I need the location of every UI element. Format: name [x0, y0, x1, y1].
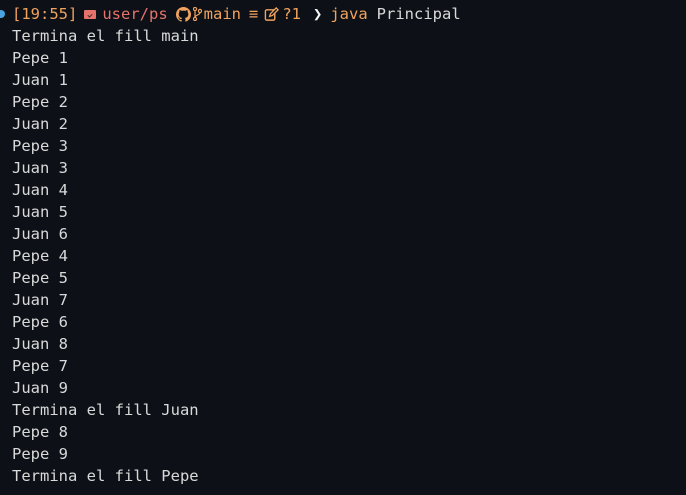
output-line: Juan 9 — [12, 379, 68, 397]
prompt-branch: main — [203, 5, 241, 23]
output-line: Juan 6 — [12, 225, 68, 243]
output-line: Pepe 5 — [12, 269, 68, 287]
sync-symbol: ≡ — [248, 5, 259, 23]
output-line: Juan 7 — [12, 291, 68, 309]
output-line: Termina el fill Juan — [12, 401, 199, 419]
prompt-status: ?1 — [282, 5, 301, 23]
prompt-command: java — [330, 5, 368, 23]
edit-icon — [264, 6, 280, 22]
output-line: Pepe 7 — [12, 357, 68, 375]
output-line: Pepe 8 — [12, 423, 68, 441]
output-line: Termina el fill main — [12, 27, 199, 45]
terminal-window[interactable]: [19:55] user/ps main ≡ ?1 ❯ java Princip… — [0, 0, 686, 495]
prompt-argument: Principal — [376, 5, 461, 23]
status-dot-icon — [0, 10, 5, 18]
output-line: Juan 2 — [12, 115, 68, 133]
output-line: Pepe 1 — [12, 49, 68, 67]
output-line: Pepe 2 — [12, 93, 68, 111]
output-line: Juan 5 — [12, 203, 68, 221]
prompt-path: user/ps — [102, 5, 168, 23]
output-line: Juan 4 — [12, 181, 68, 199]
prompt-line: [19:55] user/ps main ≡ ?1 ❯ java Princip… — [0, 3, 686, 25]
branch-icon — [192, 7, 202, 21]
output-line: Termina el fill Pepe — [12, 467, 199, 485]
output-line: Pepe 4 — [12, 247, 68, 265]
chevron-icon: ❯ — [313, 5, 323, 23]
folder-icon — [84, 9, 97, 19]
output-line: Juan 1 — [12, 71, 68, 89]
prompt-time: [19:55] — [12, 5, 78, 23]
output-line: Pepe 9 — [12, 445, 68, 463]
github-icon — [175, 6, 191, 22]
output-line: Pepe 6 — [12, 313, 68, 331]
output-line: Juan 8 — [12, 335, 68, 353]
output-line: Pepe 3 — [12, 137, 68, 155]
output-line: Juan 3 — [12, 159, 68, 177]
